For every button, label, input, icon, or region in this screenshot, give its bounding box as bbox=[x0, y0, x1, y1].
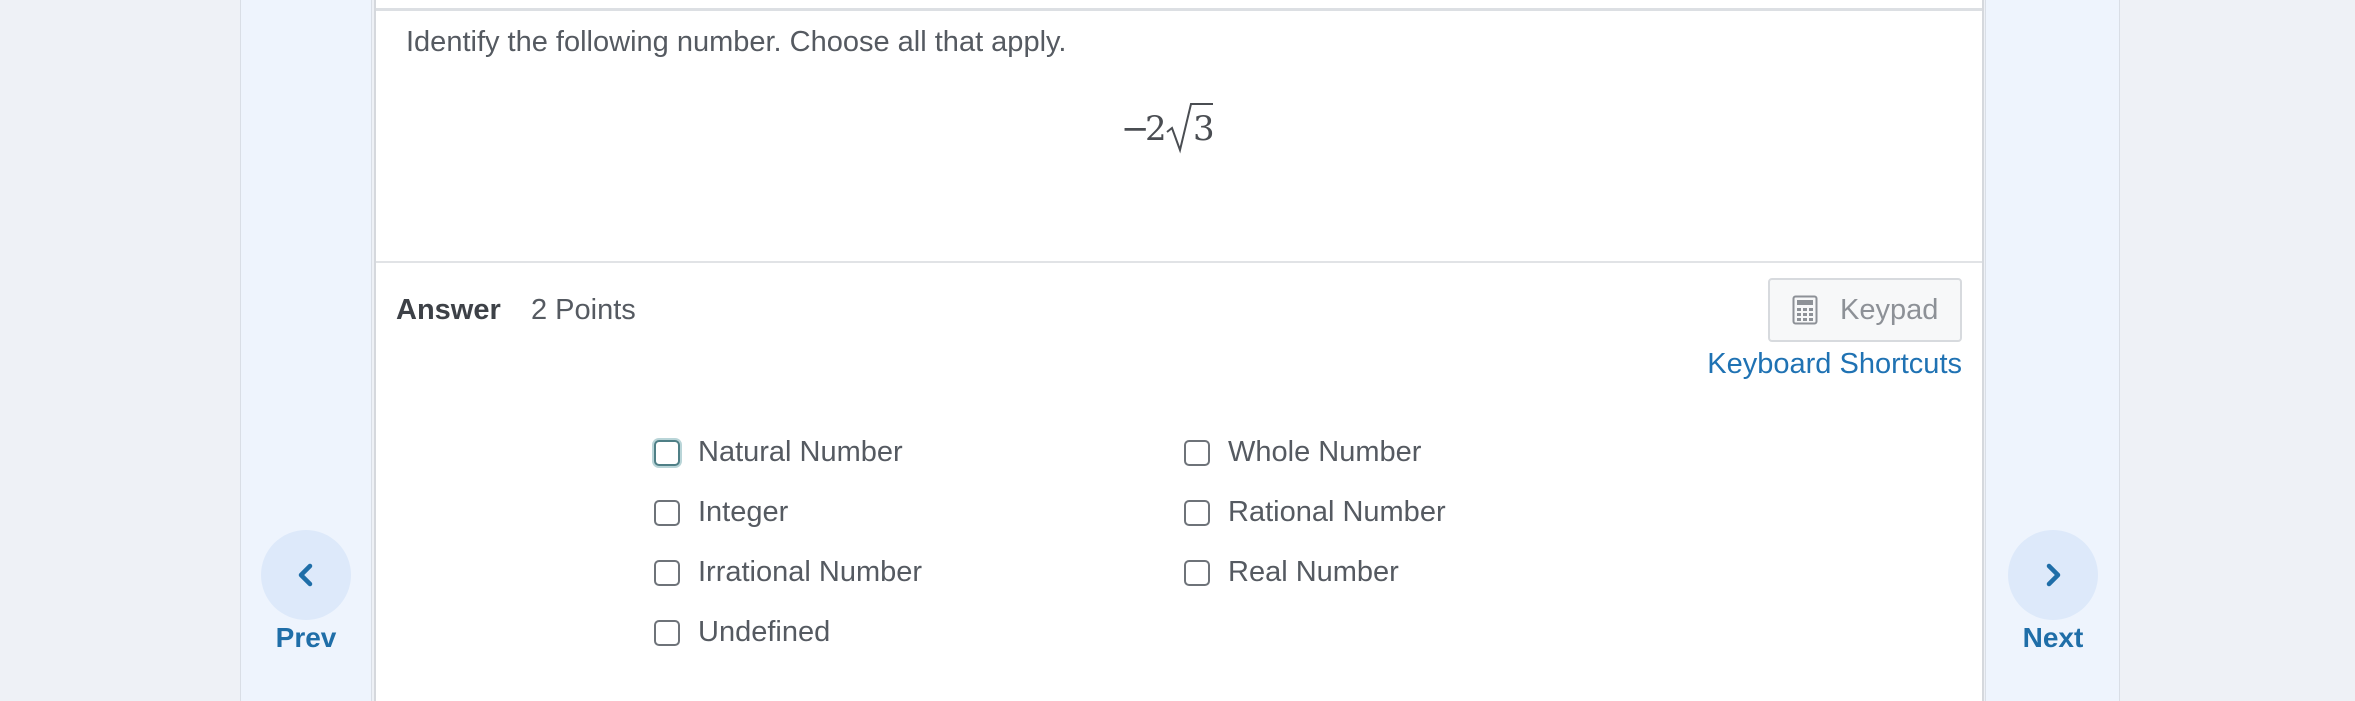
option-irrational-number[interactable]: Irrational Number bbox=[654, 556, 922, 589]
option-integer[interactable]: Integer bbox=[654, 496, 788, 529]
option-rational-number[interactable]: Rational Number bbox=[1184, 496, 1446, 529]
top-divider bbox=[376, 8, 1982, 11]
option-undefined[interactable]: Undefined bbox=[654, 616, 830, 649]
prev-button[interactable] bbox=[261, 530, 351, 620]
points-value: 2 Points bbox=[531, 294, 636, 326]
checkbox[interactable] bbox=[1184, 499, 1210, 526]
calculator-icon bbox=[1792, 295, 1818, 325]
prev-panel: Prev bbox=[240, 0, 372, 701]
keypad-button[interactable]: Keypad bbox=[1768, 278, 1962, 342]
option-label: Real Number bbox=[1228, 556, 1399, 588]
prev-label[interactable]: Prev bbox=[241, 622, 371, 654]
next-button[interactable] bbox=[2008, 530, 2098, 620]
next-panel: Next bbox=[1985, 0, 2120, 701]
option-label: Rational Number bbox=[1228, 496, 1446, 528]
keyboard-shortcuts-link[interactable]: Keyboard Shortcuts bbox=[1707, 348, 1962, 381]
option-label: Whole Number bbox=[1228, 436, 1422, 468]
checkbox[interactable] bbox=[654, 439, 680, 466]
expression-coefficient: 2 bbox=[1145, 109, 1167, 149]
option-natural-number[interactable]: Natural Number bbox=[654, 436, 903, 469]
option-real-number[interactable]: Real Number bbox=[1184, 556, 1399, 589]
option-label: Irrational Number bbox=[698, 556, 923, 588]
checkbox[interactable] bbox=[1184, 439, 1210, 466]
answer-heading: Answer bbox=[396, 294, 501, 326]
section-divider bbox=[376, 261, 1982, 263]
question-card: Identify the following number. Choose al… bbox=[374, 0, 1984, 701]
option-label: Natural Number bbox=[698, 436, 903, 468]
option-label: Undefined bbox=[698, 616, 831, 648]
checkbox[interactable] bbox=[654, 619, 680, 646]
option-label: Integer bbox=[698, 496, 789, 528]
next-label[interactable]: Next bbox=[1988, 622, 2118, 654]
expression-radicand: 3 bbox=[1193, 109, 1215, 149]
keypad-label: Keypad bbox=[1840, 293, 1939, 326]
checkbox[interactable] bbox=[654, 559, 680, 586]
math-expression: − 2 3 bbox=[1121, 103, 1215, 154]
page: Prev Next Identify the following number.… bbox=[0, 0, 2355, 701]
chevron-right-icon bbox=[2046, 563, 2061, 587]
option-whole-number[interactable]: Whole Number bbox=[1184, 436, 1421, 469]
question-prompt: Identify the following number. Choose al… bbox=[406, 26, 1067, 58]
checkbox[interactable] bbox=[654, 499, 680, 526]
chevron-left-icon bbox=[298, 563, 313, 587]
checkbox[interactable] bbox=[1184, 559, 1210, 586]
